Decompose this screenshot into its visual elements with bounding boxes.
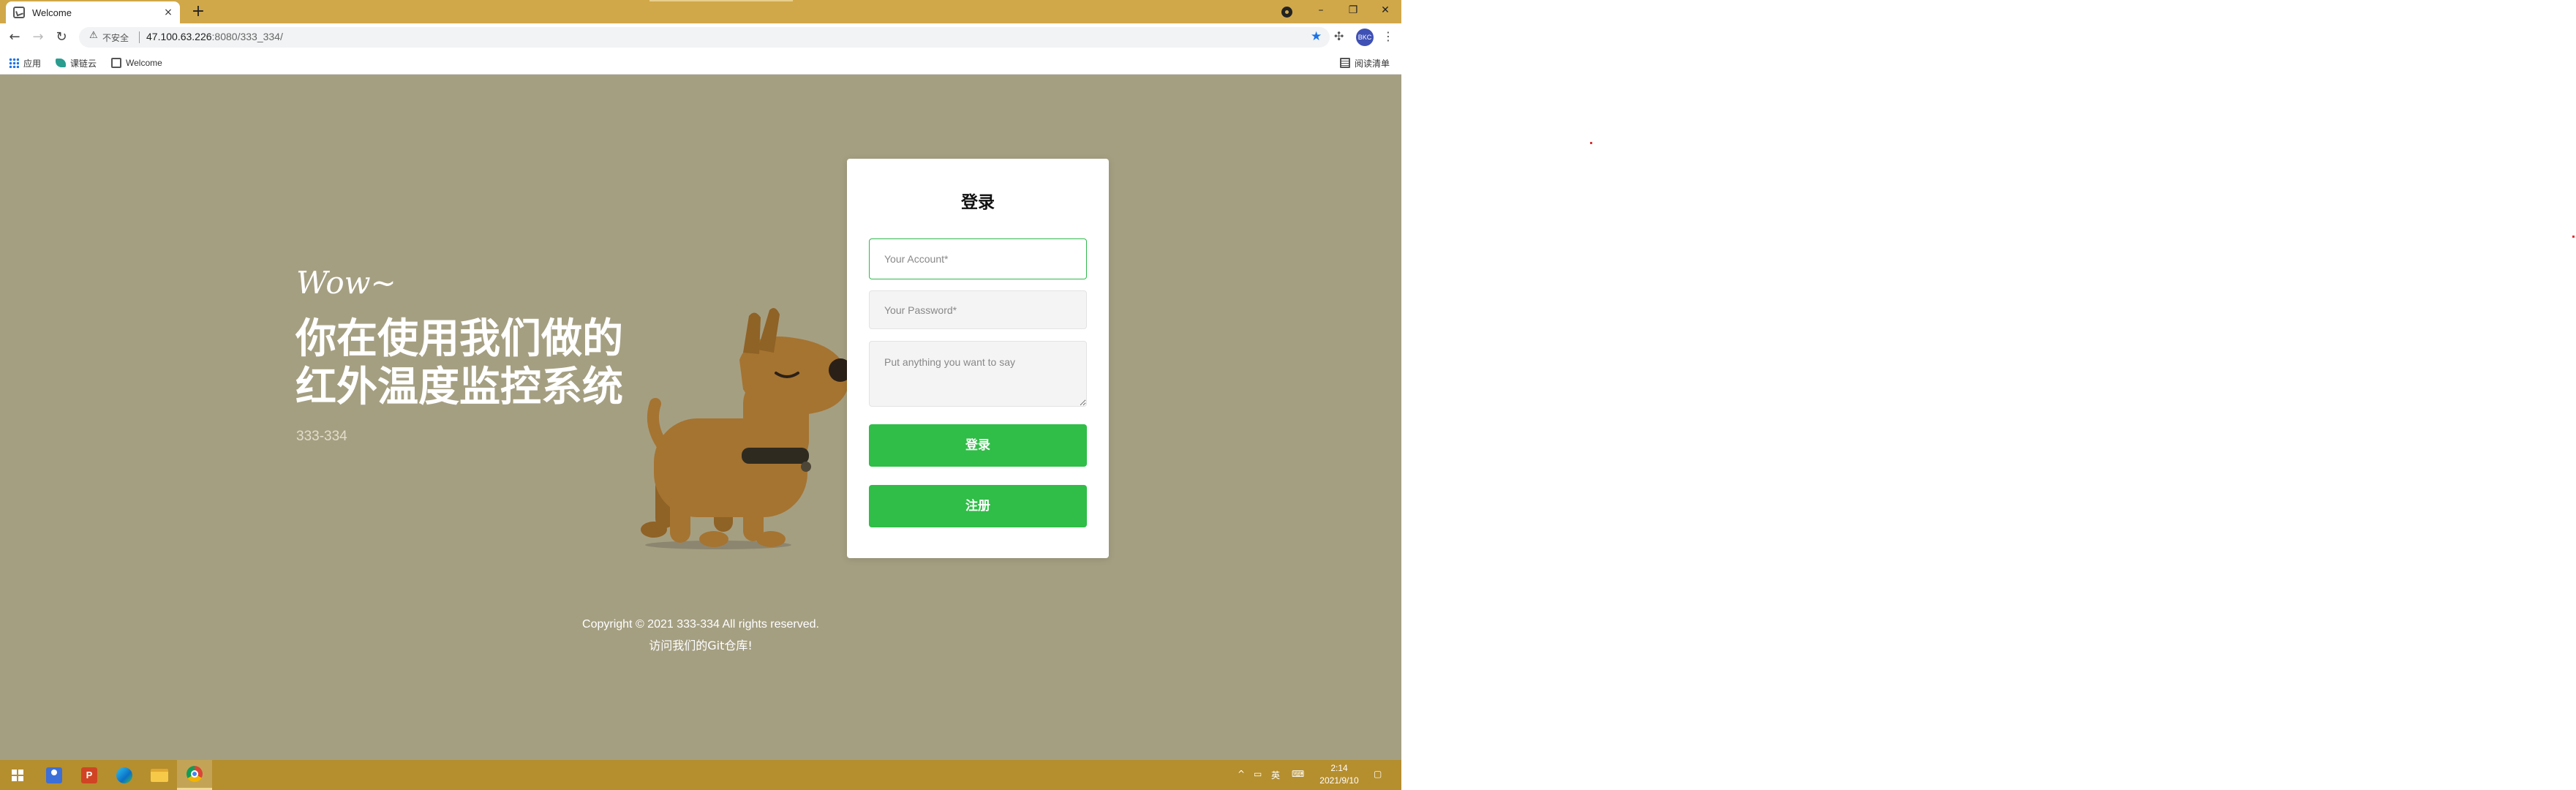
taskbar-app-powerpoint[interactable]: P xyxy=(72,760,107,790)
close-window-button[interactable]: ✕ xyxy=(1371,0,1400,22)
hero-subtitle: 333-334 xyxy=(296,429,347,444)
browser-toolbar: ← → ↻ ⚠ 不安全 47.100.63.226:8080/333_334/ … xyxy=(0,23,1401,51)
insecure-label: 不安全 xyxy=(102,33,129,43)
bookmark-star-icon[interactable]: ★ xyxy=(1311,29,1322,44)
tab-search-icon[interactable] xyxy=(1281,7,1292,18)
screen: Welcome × + – ❐ ✕ ← → ↻ ⚠ 不安全 47.100.63.… xyxy=(0,0,1401,790)
dog-collar xyxy=(742,448,809,464)
taskbar-app-edge[interactable] xyxy=(107,760,142,790)
git-link-line: 访问我们的Git仓库! xyxy=(0,636,1401,653)
copyright-text: Copyright © 2021 333-334 All rights rese… xyxy=(582,618,819,631)
new-tab-button[interactable]: + xyxy=(189,3,208,22)
stray-mark xyxy=(2572,236,2575,238)
reading-list-button[interactable]: 阅读清单 xyxy=(1340,56,1390,70)
bookmark-apps[interactable]: 应用 xyxy=(9,56,41,70)
keyboard-icon[interactable]: ⌨ xyxy=(1292,769,1304,779)
bookmark-label: Welcome xyxy=(126,58,162,68)
page-favicon-icon xyxy=(13,7,25,18)
url-host: 47.100.63.226 xyxy=(146,31,212,42)
taskbar-app-explorer[interactable] xyxy=(142,760,177,790)
browser-menu-icon[interactable]: ⋮ xyxy=(1382,29,1394,43)
address-separator xyxy=(139,31,140,43)
bookmark-welcome[interactable]: Welcome xyxy=(111,56,162,70)
url-path: :8080/333_334/ xyxy=(211,31,283,42)
browser-tab-bar: Welcome × + – ❐ ✕ xyxy=(0,0,1401,23)
dog-paw xyxy=(641,522,667,538)
extensions-icon[interactable]: ✣ xyxy=(1334,29,1344,43)
taskbar-app-chrome[interactable] xyxy=(177,760,212,790)
account-input[interactable] xyxy=(869,238,1087,279)
clock-time: 2:14 xyxy=(1330,763,1348,773)
notification-icon[interactable]: ▢ xyxy=(1374,769,1382,779)
restore-button[interactable]: ❐ xyxy=(1338,0,1368,22)
bookmark-kelianyun[interactable]: 课链云 xyxy=(56,56,97,70)
clock-date: 2021/9/10 xyxy=(1319,775,1359,786)
bookmarks-bar: 应用 课链云 Welcome 阅读清单 xyxy=(0,51,1401,75)
page-content: Wow~ 你在使用我们做的 红外温度监控系统 333-334 登录 Your A… xyxy=(0,75,1401,760)
reading-list-icon xyxy=(1340,58,1350,68)
dog-leg xyxy=(670,484,690,543)
reading-list-label: 阅读清单 xyxy=(1355,58,1390,69)
reload-button[interactable]: ↻ xyxy=(53,29,70,46)
network-icon[interactable]: ▭ xyxy=(1254,769,1262,779)
windows-taskbar: P ^ ▭ 英 ⌨ 2:14 2021/9/10 ▢ xyxy=(0,760,1401,790)
url-text: 47.100.63.226:8080/333_334/ xyxy=(146,31,283,42)
folder-icon xyxy=(151,768,168,782)
bookmark-label: 课链云 xyxy=(70,58,97,69)
message-textarea[interactable] xyxy=(869,341,1087,407)
dog-paw xyxy=(699,531,728,547)
register-button[interactable]: 注册 xyxy=(869,485,1087,527)
bookmark-icon xyxy=(56,59,66,67)
chrome-icon xyxy=(187,766,203,782)
headline-line-2: 红外温度监控系统 xyxy=(295,364,623,411)
dog-collar-tag xyxy=(801,462,811,472)
profile-avatar[interactable]: BKC xyxy=(1356,29,1374,46)
taskbar-app-user[interactable] xyxy=(37,760,72,790)
tab-close-icon[interactable]: × xyxy=(161,7,176,18)
warning-icon: ⚠ xyxy=(89,30,98,41)
tray-chevron-icon[interactable]: ^ xyxy=(1238,769,1245,779)
dog-paw xyxy=(756,531,786,547)
back-button[interactable]: ← xyxy=(6,29,23,46)
bookmark-label: 应用 xyxy=(23,58,42,69)
tab-strip-highlight xyxy=(649,0,793,1)
git-repo-link[interactable]: 访问我们的Git仓库! xyxy=(649,636,753,653)
login-title: 登录 xyxy=(961,193,995,212)
copyright-line: Copyright © 2021 333-334 All rights rese… xyxy=(0,618,1401,631)
dog-leg xyxy=(743,483,764,541)
powerpoint-icon: P xyxy=(81,767,97,783)
minimize-button[interactable]: – xyxy=(1306,0,1336,22)
apps-grid-icon xyxy=(9,58,19,68)
dog-ear xyxy=(743,312,761,354)
user-app-icon xyxy=(46,767,62,783)
headline-line-1: 你在使用我们做的 xyxy=(295,315,623,363)
login-button[interactable]: 登录 xyxy=(869,424,1087,467)
edge-icon xyxy=(116,767,132,783)
forward-button[interactable]: → xyxy=(29,29,47,46)
tab-title: Welcome xyxy=(32,7,72,18)
wow-heading: Wow~ xyxy=(296,265,396,301)
ime-indicator[interactable]: 英 xyxy=(1271,769,1280,781)
dog-illustration xyxy=(641,308,852,549)
hero-headline: 你在使用我们做的 红外温度监控系统 xyxy=(295,315,676,412)
password-input[interactable] xyxy=(869,290,1087,329)
taskbar-clock[interactable]: 2:14 2021/9/10 xyxy=(1306,762,1372,787)
login-card: 登录 登录 注册 xyxy=(847,159,1109,558)
browser-tab-welcome[interactable]: Welcome × xyxy=(6,1,180,23)
page-icon xyxy=(111,58,121,68)
address-bar[interactable]: ⚠ 不安全 47.100.63.226:8080/333_334/ ★ xyxy=(79,27,1330,48)
windows-logo-icon xyxy=(12,769,23,781)
stray-mark xyxy=(1590,142,1592,144)
start-button[interactable] xyxy=(0,760,35,790)
